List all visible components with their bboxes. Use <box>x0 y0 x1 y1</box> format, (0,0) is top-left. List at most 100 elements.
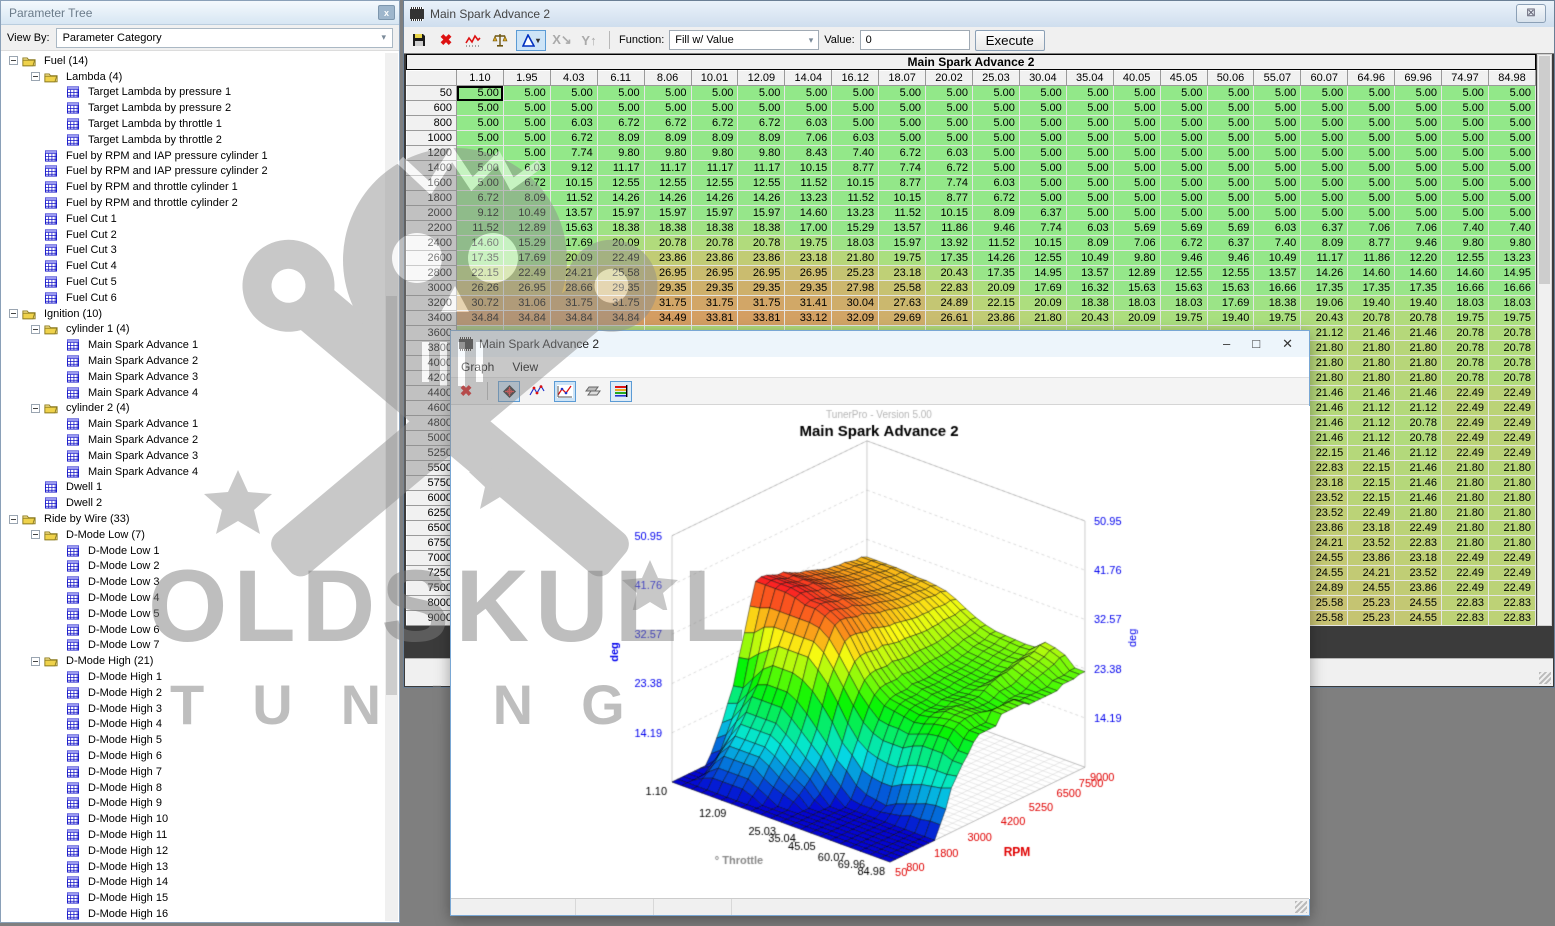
table-cell[interactable]: 21.80 <box>1395 506 1442 521</box>
table-cell[interactable]: 5.00 <box>1442 176 1489 191</box>
tree-item-d-mode-low-6[interactable]: D-Mode Low 6 <box>1 622 385 638</box>
table-cell[interactable]: 5.00 <box>1301 176 1348 191</box>
table-cell[interactable]: 25.23 <box>832 266 879 281</box>
table-cell[interactable]: 5.00 <box>1442 146 1489 161</box>
table-cell[interactable]: 24.89 <box>926 296 973 311</box>
column-header[interactable]: 1.95 <box>503 71 550 86</box>
table-cell[interactable]: 18.03 <box>1442 296 1489 311</box>
table-cell[interactable]: 22.15 <box>1348 491 1395 506</box>
table-cell[interactable]: 25.58 <box>879 281 926 296</box>
table-cell[interactable]: 6.03 <box>1254 221 1301 236</box>
table-cell[interactable]: 5.00 <box>457 131 504 146</box>
table-cell[interactable]: 29.35 <box>738 281 785 296</box>
table-cell[interactable]: 8.09 <box>972 206 1019 221</box>
tree-item-main-spark-advance-1[interactable]: Main Spark Advance 1 <box>1 416 385 432</box>
table-cell[interactable]: 5.00 <box>1207 131 1254 146</box>
table-cell[interactable]: 17.69 <box>1019 281 1066 296</box>
table-cell[interactable]: 29.69 <box>879 311 926 326</box>
column-header[interactable]: 84.98 <box>1488 71 1535 86</box>
table-cell[interactable]: 21.12 <box>1395 446 1442 461</box>
table-cell[interactable]: 25.58 <box>597 266 644 281</box>
table-cell[interactable]: 29.35 <box>597 281 644 296</box>
table-cell[interactable]: 5.00 <box>1442 86 1489 101</box>
table-cell[interactable]: 18.38 <box>1254 296 1301 311</box>
table-cell[interactable]: 12.55 <box>1207 266 1254 281</box>
table-cell[interactable]: 22.83 <box>1442 611 1489 626</box>
row-header[interactable]: 4000 <box>407 356 457 371</box>
table-cell[interactable]: 6.37 <box>1207 236 1254 251</box>
table-cell[interactable]: 20.78 <box>1395 431 1442 446</box>
table-cell[interactable]: 10.15 <box>926 206 973 221</box>
table-cell[interactable]: 18.03 <box>832 236 879 251</box>
table-cell[interactable]: 13.23 <box>785 191 832 206</box>
table-cell[interactable]: 22.49 <box>1488 386 1535 401</box>
table-cell[interactable]: 5.00 <box>1395 101 1442 116</box>
row-header[interactable]: 9000 <box>407 611 457 626</box>
table-cell[interactable]: 5.69 <box>1113 221 1160 236</box>
collapse-icon[interactable] <box>31 657 40 666</box>
table-cell[interactable]: 14.26 <box>738 191 785 206</box>
table-cell[interactable]: 11.52 <box>550 191 597 206</box>
tree-item-d-mode-low-2[interactable]: D-Mode Low 2 <box>1 559 385 575</box>
table-cell[interactable]: 7.74 <box>926 176 973 191</box>
tree-item-fuel-cut-3[interactable]: Fuel Cut 3 <box>1 243 385 259</box>
table-cell[interactable]: 5.00 <box>785 101 832 116</box>
table-cell[interactable]: 18.38 <box>597 221 644 236</box>
table-cell[interactable]: 22.49 <box>1488 446 1535 461</box>
table-cell[interactable]: 20.78 <box>1488 371 1535 386</box>
table-cell[interactable]: 5.00 <box>738 101 785 116</box>
table-cell[interactable]: 6.03 <box>972 176 1019 191</box>
column-header[interactable]: 25.03 <box>972 71 1019 86</box>
table-cell[interactable]: 20.78 <box>1442 341 1489 356</box>
table-cell[interactable]: 5.00 <box>1488 86 1535 101</box>
table-cell[interactable]: 10.15 <box>879 191 926 206</box>
table-cell[interactable]: 21.46 <box>1348 446 1395 461</box>
table-cell[interactable]: 22.49 <box>1395 521 1442 536</box>
table-cell[interactable]: 24.21 <box>550 266 597 281</box>
table-cell[interactable]: 5.00 <box>1348 206 1395 221</box>
collapse-icon[interactable] <box>9 56 18 65</box>
tree-item-d-mode-high-15[interactable]: D-Mode High 15 <box>1 890 385 906</box>
row-header[interactable]: 6250 <box>407 506 457 521</box>
table-cell[interactable]: 22.49 <box>1442 551 1489 566</box>
table-cell[interactable]: 5.00 <box>1488 131 1535 146</box>
row-header[interactable]: 1600 <box>407 176 457 191</box>
row-header[interactable]: 1000 <box>407 131 457 146</box>
table-cell[interactable]: 5.00 <box>1442 131 1489 146</box>
table-cell[interactable]: 11.86 <box>926 221 973 236</box>
tree-item-target-lambda-by-pressure-2[interactable]: Target Lambda by pressure 2 <box>1 100 385 116</box>
table-cell[interactable]: 5.00 <box>1348 146 1395 161</box>
table-cell[interactable]: 14.60 <box>1348 266 1395 281</box>
table-cell[interactable]: 31.75 <box>597 296 644 311</box>
table-cell[interactable]: 17.35 <box>1395 281 1442 296</box>
table-cell[interactable]: 21.12 <box>1348 401 1395 416</box>
table-cell[interactable]: 19.75 <box>1160 311 1207 326</box>
table-cell[interactable]: 5.00 <box>1348 86 1395 101</box>
tree-item-d-mode-high-5[interactable]: D-Mode High 5 <box>1 732 385 748</box>
column-header[interactable]: 20.02 <box>926 71 973 86</box>
table-cell[interactable]: 31.75 <box>550 296 597 311</box>
table-cell[interactable]: 17.69 <box>550 236 597 251</box>
table-cell[interactable]: 6.72 <box>457 191 504 206</box>
row-header[interactable]: 50 <box>407 86 457 101</box>
tree-folder-d-mode-high-21-[interactable]: D-Mode High (21) <box>1 653 385 669</box>
table-cell[interactable]: 13.57 <box>1254 266 1301 281</box>
table-cell[interactable]: 23.86 <box>691 251 738 266</box>
table-cell[interactable]: 5.00 <box>1066 161 1113 176</box>
tree-item-d-mode-high-6[interactable]: D-Mode High 6 <box>1 748 385 764</box>
table-cell[interactable]: 7.06 <box>1348 221 1395 236</box>
table-cell[interactable]: 6.72 <box>644 116 691 131</box>
tree-item-main-spark-advance-2[interactable]: Main Spark Advance 2 <box>1 432 385 448</box>
table-cell[interactable]: 22.49 <box>1488 416 1535 431</box>
table-cell[interactable]: 22.49 <box>1442 431 1489 446</box>
table-cell[interactable]: 18.38 <box>691 221 738 236</box>
surface-plot-canvas[interactable] <box>452 406 1310 899</box>
table-cell[interactable]: 9.46 <box>1395 236 1442 251</box>
table-cell[interactable]: 18.38 <box>644 221 691 236</box>
table-cell[interactable]: 8.09 <box>738 131 785 146</box>
table-cell[interactable]: 18.03 <box>1113 296 1160 311</box>
tree-item-fuel-by-rpm-and-throttle-cylinder-2[interactable]: Fuel by RPM and throttle cylinder 2 <box>1 195 385 211</box>
maximize-icon[interactable]: □ <box>1252 336 1260 352</box>
table-cell[interactable]: 20.78 <box>1442 326 1489 341</box>
table-cell[interactable]: 6.03 <box>1066 221 1113 236</box>
